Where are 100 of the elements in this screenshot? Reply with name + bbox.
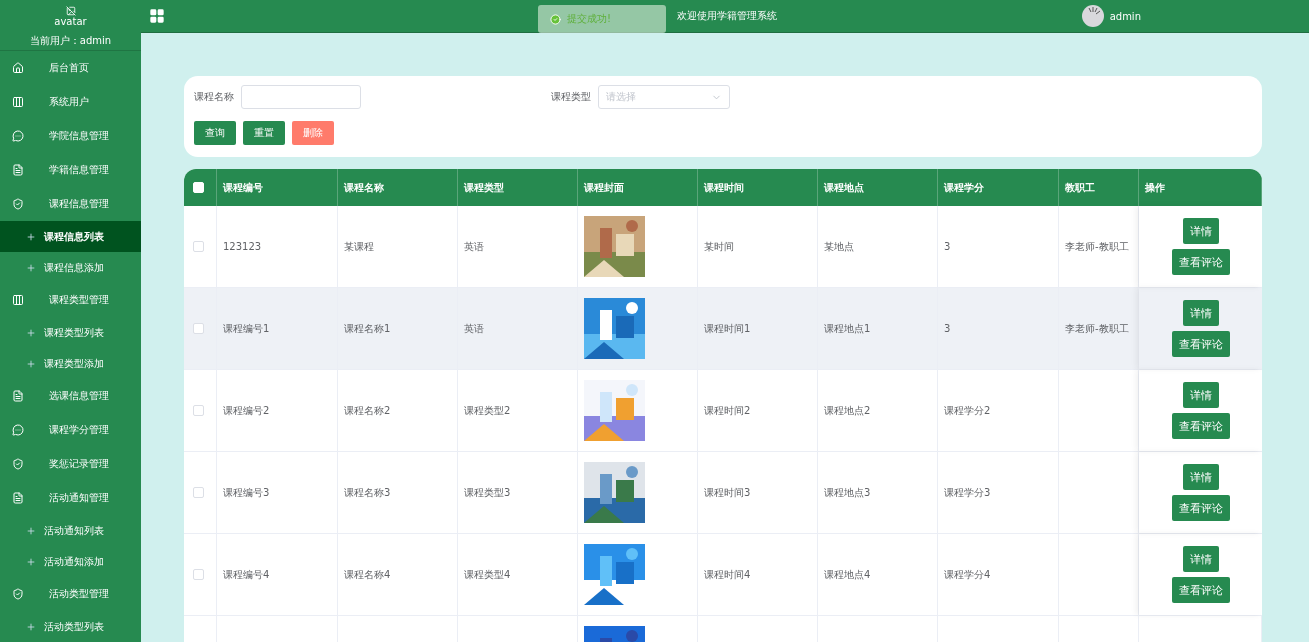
avatar-alt-text: avatar xyxy=(54,16,87,28)
header-title: 欢迎使用学籍管理系统 xyxy=(677,9,777,23)
sidebar-item[interactable]: 课程类型列表 xyxy=(0,317,141,348)
sidebar-item[interactable]: 课程信息添加 xyxy=(0,252,141,283)
table-cell: 3 xyxy=(944,323,951,334)
checkbox[interactable] xyxy=(193,323,204,334)
table-cell: 课程编号2 xyxy=(223,403,270,418)
field-label: 课程名称 xyxy=(194,90,234,104)
table-cell: 课程类型2 xyxy=(464,403,511,418)
doc-icon xyxy=(12,164,24,176)
current-user: 当前用户：admin xyxy=(29,34,112,48)
sidebar-item[interactable]: 课程信息列表 xyxy=(0,221,141,252)
column-header: 课程编号 xyxy=(223,180,263,195)
checkbox[interactable] xyxy=(193,487,204,498)
table-cell: 课程学分4 xyxy=(944,567,991,582)
comments-button[interactable]: 查看评论 xyxy=(1171,413,1230,439)
success-icon xyxy=(550,13,561,25)
table-cell: 课程类型3 xyxy=(464,485,511,500)
table-cell: 英语 xyxy=(464,321,484,336)
table-cell: 某时间 xyxy=(704,239,734,254)
table-cell: 课程时间3 xyxy=(704,485,751,500)
action-button[interactable]: 重置 xyxy=(243,121,285,145)
sidebar-item[interactable]: 活动通知列表 xyxy=(0,515,141,546)
table-cell: 课程地点2 xyxy=(824,403,871,418)
table-cell: 课程类型4 xyxy=(464,567,511,582)
plus-icon xyxy=(26,327,36,338)
sidebar-item[interactable]: 课程信息管理 xyxy=(0,187,141,221)
detail-button[interactable]: 详情 xyxy=(1182,218,1219,244)
table-cell: 课程名称1 xyxy=(344,321,391,336)
detail-button[interactable]: 详情 xyxy=(1182,300,1219,326)
table-cell: 课程时间1 xyxy=(704,321,751,336)
table-cell: 课程名称3 xyxy=(344,485,391,500)
plus-icon xyxy=(26,621,36,632)
sidebar-item[interactable]: 活动通知管理 xyxy=(0,481,141,515)
plus-icon xyxy=(26,231,36,242)
comments-button[interactable]: 查看评论 xyxy=(1171,495,1230,521)
checkbox[interactable] xyxy=(193,405,204,416)
table-cell: 课程编号1 xyxy=(223,321,270,336)
sidebar-item[interactable]: 学院信息管理 xyxy=(0,119,141,153)
table-cell: 课程名称4 xyxy=(344,567,391,582)
sidebar-item[interactable]: 课程类型管理 xyxy=(0,283,141,317)
table-cell: 李老师-教职工 xyxy=(1065,321,1129,336)
columns-icon xyxy=(12,294,24,306)
table-cell: 英语 xyxy=(464,239,484,254)
sidebar-item[interactable]: 课程学分管理 xyxy=(0,413,141,447)
action-button[interactable]: 查询 xyxy=(194,121,236,145)
column-header: 课程时间 xyxy=(704,180,744,195)
sidebar-item[interactable]: 活动类型列表 xyxy=(0,611,141,642)
doc-icon xyxy=(12,390,24,402)
column-header: 课程类型 xyxy=(464,180,504,195)
column-header: 教职工 xyxy=(1065,180,1095,195)
sidebar-item[interactable]: 活动通知添加 xyxy=(0,546,141,577)
table-cell: 课程地点4 xyxy=(824,567,871,582)
comments-button[interactable]: 查看评论 xyxy=(1171,249,1230,275)
table-cell: 课程学分3 xyxy=(944,485,991,500)
table-cell: 课程名称2 xyxy=(344,403,391,418)
broken-image-icon xyxy=(65,6,76,16)
table-cell: 课程时间4 xyxy=(704,567,751,582)
shield-icon xyxy=(12,458,24,470)
table-cell: 课程时间2 xyxy=(704,403,751,418)
detail-button[interactable]: 详情 xyxy=(1182,546,1219,572)
comments-button[interactable]: 查看评论 xyxy=(1171,577,1230,603)
sidebar-item[interactable]: 活动类型管理 xyxy=(0,577,141,611)
column-header: 课程学分 xyxy=(944,180,984,195)
table-cell: 某地点 xyxy=(824,239,854,254)
user-name: admin xyxy=(1109,10,1141,22)
column-header: 操作 xyxy=(1145,180,1165,195)
column-header: 课程封面 xyxy=(584,180,624,195)
delete-button[interactable]: 删除 xyxy=(292,121,334,145)
column-header: 课程名称 xyxy=(344,180,384,195)
table-cell: 李老师-教职工 xyxy=(1065,239,1129,254)
toast-message: 提交成功! xyxy=(567,12,611,26)
table-cell: 课程地点3 xyxy=(824,485,871,500)
sidebar-item[interactable]: 课程类型添加 xyxy=(0,348,141,379)
table-cell: 课程地点1 xyxy=(824,321,871,336)
sidebar-item[interactable]: 系统用户 xyxy=(0,85,141,119)
columns-icon xyxy=(12,96,24,108)
sidebar-item[interactable]: 学籍信息管理 xyxy=(0,153,141,187)
detail-button[interactable]: 详情 xyxy=(1182,464,1219,490)
plus-icon xyxy=(26,358,36,369)
plus-icon xyxy=(26,525,36,536)
avatar-icon xyxy=(1081,5,1104,27)
plus-icon xyxy=(26,262,36,273)
chat-icon xyxy=(12,424,24,436)
field-label: 课程类型 xyxy=(551,90,591,104)
detail-button[interactable]: 详情 xyxy=(1182,382,1219,408)
sidebar-item[interactable]: 后台首页 xyxy=(0,51,141,85)
shield-icon xyxy=(12,588,24,600)
input-field[interactable] xyxy=(241,85,361,109)
menu-icon[interactable] xyxy=(149,8,165,24)
home-icon xyxy=(12,62,24,74)
table-cell: 123123 xyxy=(223,241,262,252)
sidebar-item[interactable]: 奖惩记录管理 xyxy=(0,447,141,481)
shield-icon xyxy=(12,198,24,210)
table-cell: 课程学分2 xyxy=(944,403,991,418)
checkbox[interactable] xyxy=(193,241,204,252)
comments-button[interactable]: 查看评论 xyxy=(1171,331,1230,357)
checkbox[interactable] xyxy=(193,569,204,580)
table-cell: 课程编号4 xyxy=(223,567,270,582)
sidebar-item[interactable]: 选课信息管理 xyxy=(0,379,141,413)
